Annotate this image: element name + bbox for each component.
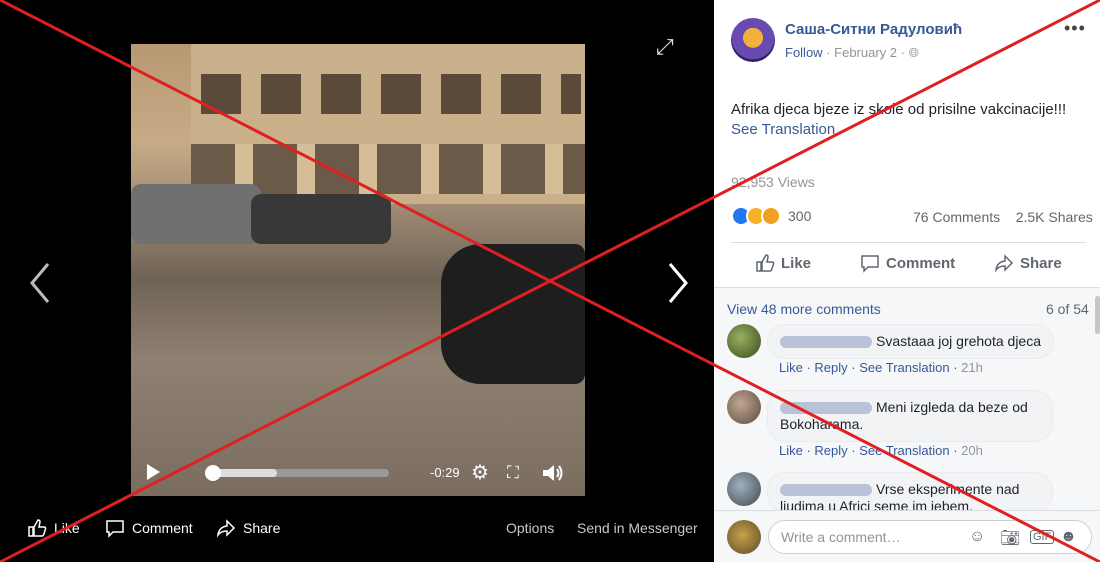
- blurred-commenter-name[interactable]: [780, 484, 872, 497]
- comment-bubble: Vrse eksperimente nad ljudima u Africi s…: [767, 472, 1053, 512]
- post-panel: Саша-Ситни Радуловић Follow · February 2…: [714, 0, 1100, 562]
- comment-label: Comment: [886, 254, 956, 272]
- more-options-icon[interactable]: •••: [1064, 18, 1086, 39]
- next-arrow-icon[interactable]: [662, 258, 692, 308]
- post-comment-button[interactable]: Comment: [860, 253, 955, 273]
- separator: ·: [900, 45, 909, 60]
- comments-count[interactable]: 76 Comments: [913, 209, 1000, 225]
- separator: ·: [826, 45, 835, 60]
- comment-time[interactable]: 21h: [961, 360, 983, 375]
- progress-knob[interactable]: [204, 465, 221, 481]
- thumbs-up-icon: [28, 519, 47, 537]
- comment-time[interactable]: 20h: [961, 443, 983, 458]
- parked-car: [131, 184, 261, 244]
- blurred-commenter-name[interactable]: [780, 336, 872, 349]
- comment-see-translation-link[interactable]: See Translation: [859, 360, 949, 375]
- post-meta: Follow · February 2 · 🌐︎: [785, 45, 919, 61]
- media-action-bar: Like Comment Share Options Send in Messe…: [0, 508, 714, 548]
- separator: [1004, 209, 1012, 225]
- like-button[interactable]: Like: [27, 518, 80, 538]
- comment-like-link[interactable]: Like: [779, 443, 803, 458]
- comment-bubble: Meni izgleda da beze od Bokoharama.: [767, 390, 1053, 442]
- video-frame[interactable]: [131, 44, 585, 496]
- send-in-messenger-link[interactable]: Send in Messenger: [577, 520, 698, 536]
- author-avatar[interactable]: [731, 18, 775, 62]
- post-share-button[interactable]: Share: [994, 253, 1062, 273]
- share-button[interactable]: Share: [216, 518, 280, 538]
- fullscreen-icon[interactable]: ⛶: [507, 462, 519, 484]
- globe-icon: 🌐︎: [908, 45, 920, 60]
- prev-arrow-icon[interactable]: [26, 258, 56, 308]
- comment-button[interactable]: Comment: [105, 518, 193, 538]
- progress-track[interactable]: [205, 469, 389, 477]
- view-count: 92,953 Views: [731, 174, 815, 190]
- video-controls: -0:29 ⚙ ⛶: [131, 450, 585, 496]
- post-text: Afrika djeca bjeze iz skole od prisilne …: [731, 101, 1067, 118]
- share-label: Share: [1020, 254, 1062, 272]
- author-name[interactable]: Саша-Ситни Радуловић: [785, 21, 962, 38]
- like-label: Like: [54, 520, 80, 536]
- commenter-avatar[interactable]: [727, 324, 761, 358]
- share-arrow-icon: [216, 519, 236, 538]
- media-viewer: ⤢ -0:29 ⚙ ⛶ Like Comment Share Options S…: [0, 0, 714, 562]
- comment-like-link[interactable]: Like: [779, 360, 803, 375]
- volume-icon[interactable]: [541, 462, 565, 484]
- thumbs-up-icon: [756, 254, 775, 272]
- divider: [731, 242, 1086, 243]
- comment-label: Comment: [132, 520, 193, 536]
- like-label: Like: [781, 254, 812, 272]
- comment-reply-link[interactable]: Reply: [814, 360, 847, 375]
- comment-actions: Like · Reply · See Translation · 20h: [779, 443, 983, 458]
- speech-bubble-icon: [106, 520, 124, 538]
- comment-composer: Write a comment… ☺ 📷︎ GIF ☻: [714, 510, 1100, 562]
- commenter-avatar[interactable]: [727, 472, 761, 506]
- commenter-avatar[interactable]: [727, 390, 761, 424]
- comment-text: Svastaaa joj grehota djeca: [876, 333, 1041, 349]
- blurred-commenter-name[interactable]: [780, 402, 872, 415]
- post-date[interactable]: February 2: [834, 45, 897, 60]
- play-icon[interactable]: [147, 464, 160, 480]
- comment-page-count: 6 of 54: [1046, 301, 1089, 317]
- emoji-icon[interactable]: ☺: [969, 528, 985, 546]
- comment-see-translation-link[interactable]: See Translation: [859, 443, 949, 458]
- comments-section: View 48 more comments 6 of 54 Svastaaa j…: [714, 288, 1100, 512]
- view-more-comments-link[interactable]: View 48 more comments: [727, 301, 881, 317]
- settings-icon[interactable]: ⚙: [471, 462, 489, 484]
- camera-icon[interactable]: 📷︎: [1000, 528, 1020, 548]
- expand-icon[interactable]: ⤢: [656, 34, 674, 60]
- comments-scrollbar[interactable]: [1095, 296, 1100, 334]
- comment-reply-link[interactable]: Reply: [814, 443, 847, 458]
- options-link[interactable]: Options: [506, 520, 554, 536]
- time-remaining: -0:29: [430, 465, 460, 480]
- engagement-counts: 76 Comments 2.5K Shares: [913, 209, 1093, 225]
- follow-link[interactable]: Follow: [785, 45, 823, 60]
- comment-bubble: Svastaaa joj grehota djeca: [767, 324, 1054, 359]
- building-windows: [201, 74, 581, 114]
- comment-actions: Like · Reply · See Translation · 21h: [779, 360, 983, 375]
- see-translation-link[interactable]: See Translation: [731, 121, 835, 138]
- gif-icon[interactable]: GIF: [1030, 530, 1055, 544]
- wow-reaction-icon: [761, 206, 781, 226]
- dark-car: [441, 244, 585, 384]
- parked-car: [251, 194, 391, 244]
- post-like-button[interactable]: Like: [755, 253, 811, 273]
- viewer-avatar: [727, 520, 761, 554]
- share-label: Share: [243, 520, 281, 536]
- share-arrow-icon: [994, 254, 1014, 273]
- reaction-count: 300: [788, 208, 812, 224]
- speech-bubble-icon: [861, 255, 879, 273]
- sticker-icon[interactable]: ☻: [1060, 528, 1077, 546]
- shares-count[interactable]: 2.5K Shares: [1016, 209, 1093, 225]
- reactions-summary[interactable]: 300: [731, 206, 811, 226]
